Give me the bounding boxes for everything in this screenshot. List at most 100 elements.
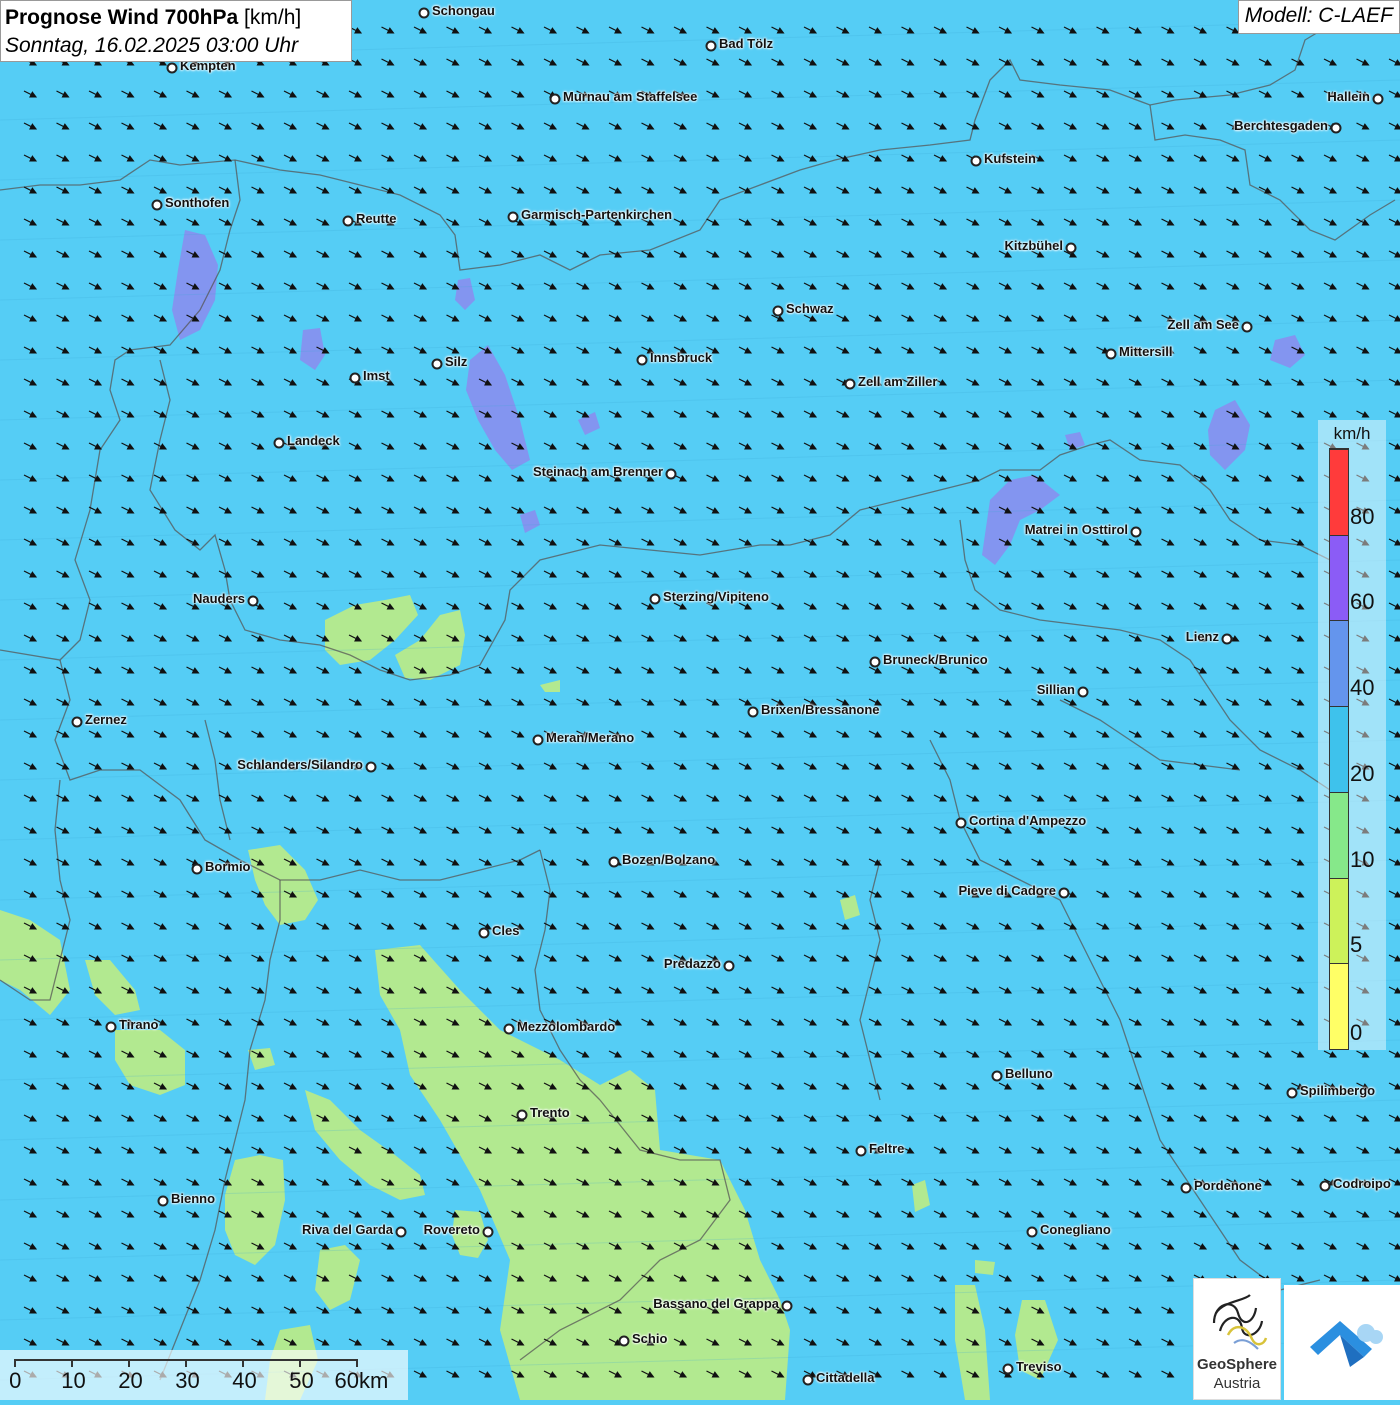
legend-color-segment [1330, 963, 1348, 1049]
map-title-unit: [km/h] [244, 6, 302, 29]
legend-color-segment [1330, 449, 1348, 535]
city-label: Sillian [1036, 682, 1075, 697]
city-label: Bassano del Grappa [653, 1296, 779, 1311]
city-label: Treviso [1016, 1359, 1062, 1374]
city-marker [105, 1021, 117, 1033]
scale-label: 10 [61, 1368, 86, 1393]
legend-color-segment [1330, 620, 1348, 707]
scale-tick [71, 1359, 73, 1367]
city-marker [1058, 887, 1070, 899]
city-marker [71, 716, 83, 728]
city-marker [844, 378, 856, 390]
city-marker [781, 1300, 793, 1312]
scale-label: 60km [334, 1368, 389, 1393]
city-marker [247, 595, 259, 607]
city-marker [665, 468, 677, 480]
logo-sub: Austria [1213, 1375, 1261, 1392]
legend-color-segment [1330, 706, 1348, 792]
city-label: Cittadella [816, 1370, 875, 1385]
city-label: Sonthofen [165, 195, 230, 210]
legend-tick-label: 60 [1350, 589, 1375, 615]
scale-label: 0 [9, 1368, 22, 1393]
map-datetime: Sonntag, 16.02.2025 03:00 Uhr [5, 34, 299, 57]
city-label: Cortina d'Ampezzo [969, 813, 1087, 828]
city-label: Lienz [1185, 629, 1219, 644]
city-marker [1286, 1087, 1298, 1099]
city-marker [191, 863, 203, 875]
scale-bar: 0 10 20 30 40 50 60km [0, 1350, 408, 1400]
city-marker [365, 761, 377, 773]
city-label: Bienno [171, 1191, 216, 1206]
city-label: Kitzbühel [1004, 238, 1064, 253]
city-marker [507, 211, 519, 223]
city-marker [395, 1226, 407, 1238]
city-label: Schio [632, 1331, 668, 1346]
city-label: Imst [363, 368, 390, 383]
city-marker [1130, 526, 1142, 538]
city-marker [747, 706, 759, 718]
city-label: Brixen/Bressanone [761, 702, 880, 717]
city-label: Rovereto [423, 1222, 480, 1237]
city-label: Murnau am Staffelsee [563, 89, 698, 104]
city-marker [649, 593, 661, 605]
city-label: Schlanders/Silandro [237, 757, 363, 772]
city-label: Matrei in Osttirol [1024, 522, 1128, 537]
city-marker [151, 199, 163, 211]
city-marker [1105, 348, 1117, 360]
city-label: Silz [445, 354, 468, 369]
legend-tick-label: 0 [1350, 1020, 1363, 1045]
city-label: Bormio [205, 859, 251, 874]
city-label: Bruneck/Brunico [883, 652, 988, 667]
city-marker [608, 856, 620, 868]
city-label: Sterzing/Vipiteno [663, 589, 769, 604]
scale-tick [356, 1359, 358, 1367]
logo-name: GeoSphere [1196, 1356, 1278, 1373]
city-label: Trento [530, 1105, 570, 1120]
city-label: Cles [492, 923, 520, 938]
city-marker [855, 1145, 867, 1157]
map-title-box: Prognose Wind 700hPa [km/h] Sonntag, 16.… [0, 0, 352, 62]
city-marker [431, 358, 443, 370]
legend-color-segment [1330, 534, 1348, 621]
city-label: Nauders [192, 591, 245, 606]
city-marker [991, 1070, 1003, 1082]
city-marker [636, 354, 648, 366]
city-label: Berchtesgaden [1234, 118, 1328, 133]
city-marker [166, 62, 178, 74]
city-label: Tirano [119, 1017, 159, 1032]
city-label: Pordenone [1194, 1178, 1262, 1193]
city-marker [869, 656, 881, 668]
city-marker [1221, 633, 1233, 645]
city-label: Bad Tölz [719, 36, 774, 51]
app-logo[interactable] [1284, 1285, 1400, 1400]
city-label: Zernez [85, 712, 127, 727]
city-label: Landeck [287, 433, 340, 448]
city-marker [273, 437, 285, 449]
city-marker [1330, 122, 1342, 134]
city-label: Kufstein [984, 151, 1036, 166]
legend-unit: km/h [1333, 424, 1371, 443]
city-marker [618, 1335, 630, 1347]
city-label: Reutte [356, 211, 397, 226]
city-marker [482, 1226, 494, 1238]
legend-colorbar [1329, 448, 1349, 1050]
city-marker [955, 817, 967, 829]
city-marker [970, 155, 982, 167]
city-marker [1180, 1182, 1192, 1194]
city-marker [1065, 242, 1077, 254]
city-marker [1002, 1363, 1014, 1375]
city-marker [772, 305, 784, 317]
legend-tick-label: 10 [1350, 846, 1375, 872]
legend-tick-label: 5 [1350, 932, 1363, 958]
geosphere-logo[interactable]: GeoSphere Austria [1193, 1278, 1281, 1400]
city-marker [1319, 1180, 1331, 1192]
scale-label: 40 [232, 1368, 257, 1393]
city-label: Meran/Merano [546, 730, 635, 745]
city-marker [705, 40, 717, 52]
city-label: Predazzo [663, 956, 721, 971]
city-label: Conegliano [1040, 1222, 1111, 1237]
map-title-main: Prognose Wind 700hPa [5, 6, 239, 29]
city-label: Steinach am Brenner [532, 464, 663, 479]
city-label: Schongau [432, 3, 495, 18]
city-label: Riva del Garda [301, 1222, 393, 1237]
